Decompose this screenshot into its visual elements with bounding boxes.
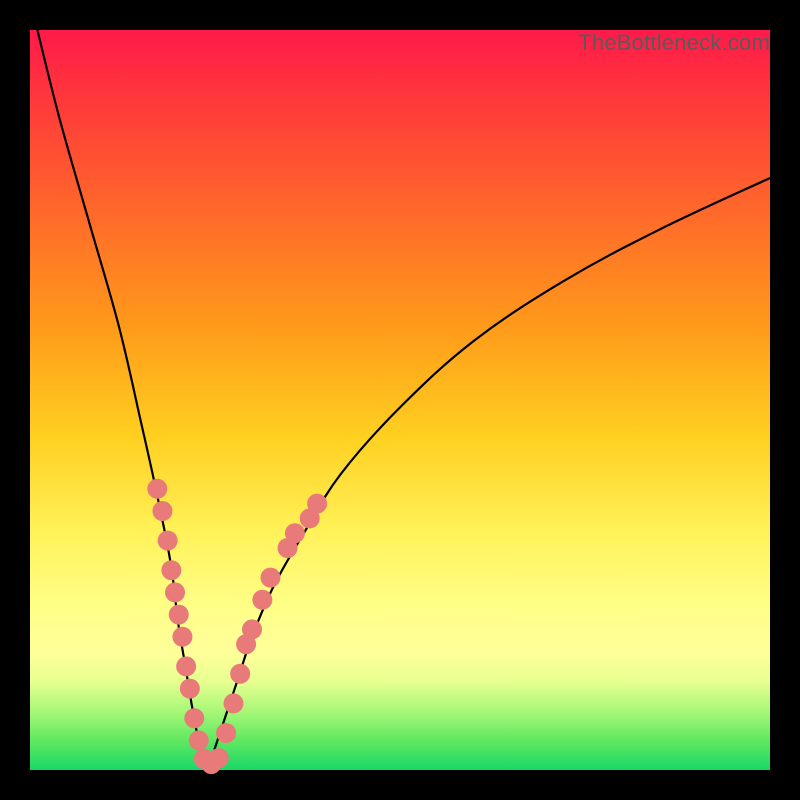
bead-marker — [285, 523, 305, 543]
curve-right-branch — [208, 178, 770, 770]
bead-marker — [176, 656, 196, 676]
bead-marker — [172, 627, 192, 647]
bead-marker — [216, 723, 236, 743]
bead-marker — [252, 590, 272, 610]
bead-marker — [189, 730, 209, 750]
bead-marker — [169, 605, 189, 625]
bead-marker — [184, 708, 204, 728]
bead-marker — [161, 560, 181, 580]
bead-marker — [152, 501, 172, 521]
watermark-text: TheBottleneck.com — [578, 30, 770, 56]
chart-frame: TheBottleneck.com — [0, 0, 800, 800]
chart-svg — [0, 0, 800, 800]
bead-marker — [158, 531, 178, 551]
bead-marker — [209, 748, 229, 768]
bead-marker — [147, 479, 167, 499]
bead-marker — [307, 494, 327, 514]
bead-marker — [242, 619, 262, 639]
bead-marker — [230, 664, 250, 684]
bead-marker — [261, 568, 281, 588]
bead-group — [147, 479, 327, 774]
bead-marker — [165, 582, 185, 602]
bead-marker — [180, 679, 200, 699]
bead-marker — [224, 693, 244, 713]
